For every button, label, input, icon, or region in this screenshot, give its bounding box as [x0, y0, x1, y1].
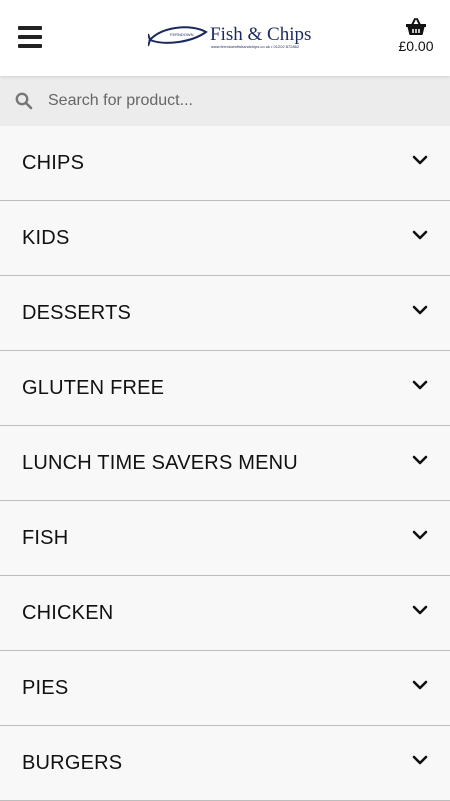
category-item-lunch-time-savers[interactable]: LUNCH TIME SAVERS MENU: [0, 426, 450, 501]
category-label: CHIPS: [22, 152, 85, 174]
chevron-down-icon: [412, 680, 428, 690]
brand-logo[interactable]: FERNDOWN Fish & Chips www.ferndownfishan…: [148, 20, 313, 54]
chevron-down-icon: [412, 530, 428, 540]
chevron-down-icon: [412, 230, 428, 240]
category-label: FISH: [22, 527, 69, 549]
category-item-desserts[interactable]: DESSERTS: [0, 276, 450, 351]
category-item-chips[interactable]: CHIPS: [0, 126, 450, 201]
logo-small-text: FERNDOWN: [170, 32, 194, 37]
category-item-burgers[interactable]: BURGERS: [0, 726, 450, 801]
hamburger-menu-icon[interactable]: [18, 26, 42, 48]
category-item-kids[interactable]: KIDS: [0, 201, 450, 276]
category-list: CHIPS KIDS DESSERTS GLUTEN FREE LUNCH TI…: [0, 126, 450, 801]
category-label: GLUTEN FREE: [22, 377, 165, 399]
logo-subtitle: www.ferndownfishandchips.co.uk • 01202 8…: [211, 44, 300, 49]
logo-title: Fish & Chips: [210, 24, 312, 45]
search-bar: [0, 76, 450, 127]
fish-logo-icon: FERNDOWN: [148, 26, 208, 47]
chevron-down-icon: [412, 305, 428, 315]
chevron-down-icon: [412, 755, 428, 765]
app-header: FERNDOWN Fish & Chips www.ferndownfishan…: [0, 0, 450, 76]
category-label: BURGERS: [22, 752, 123, 774]
category-item-fish[interactable]: FISH: [0, 501, 450, 576]
search-input[interactable]: [48, 86, 428, 116]
category-label: KIDS: [22, 227, 70, 249]
chevron-down-icon: [412, 380, 428, 390]
chevron-down-icon: [412, 455, 428, 465]
basket-icon: [406, 18, 426, 35]
category-item-chicken[interactable]: CHICKEN: [0, 576, 450, 651]
category-label: CHICKEN: [22, 602, 114, 624]
category-label: LUNCH TIME SAVERS MENU: [22, 452, 298, 474]
category-label: PIES: [22, 677, 69, 699]
search-icon: [15, 92, 33, 110]
category-label: DESSERTS: [22, 302, 132, 324]
chevron-down-icon: [412, 605, 428, 615]
category-item-pies[interactable]: PIES: [0, 651, 450, 726]
category-item-gluten-free[interactable]: GLUTEN FREE: [0, 351, 450, 426]
basket-total: £0.00: [398, 38, 434, 54]
basket-button[interactable]: £0.00: [396, 18, 436, 54]
chevron-down-icon: [412, 155, 428, 165]
